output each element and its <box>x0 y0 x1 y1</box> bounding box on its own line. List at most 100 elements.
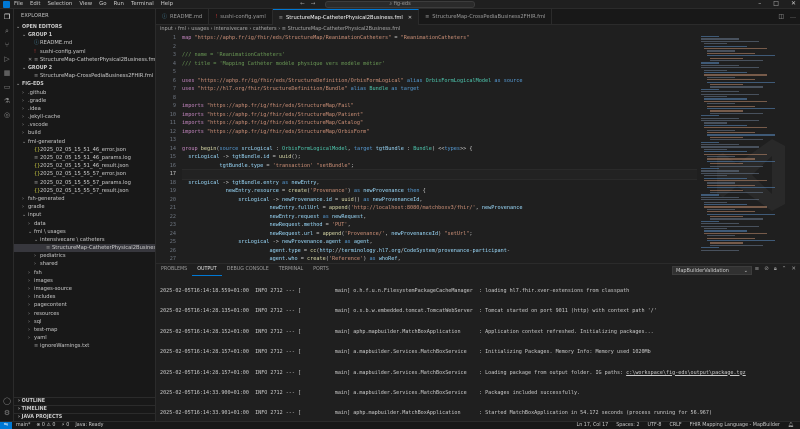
tree-item[interactable]: › resources <box>14 310 155 318</box>
panel-tab-output[interactable]: OUTPUT <box>192 264 222 276</box>
tree-item[interactable]: ⌄ fml \ usages <box>14 228 155 236</box>
group-1-header[interactable]: ⌄ GROUP 1 <box>14 31 155 39</box>
tree-item[interactable]: ⌄ intensivecare \ catheters <box>14 236 155 244</box>
close-icon[interactable]: ✕ <box>408 10 412 26</box>
tree-item[interactable]: {}2025_02_05_15_51_46_result.json <box>14 162 155 170</box>
menu-item-terminal[interactable]: Terminal <box>131 1 154 7</box>
command-center-search[interactable]: ⌕ fig-eds <box>325 1 475 8</box>
open-editor-item[interactable]: ✕ ≡ StructureMap-CatheterPhysical2Business… <box>14 56 155 64</box>
tree-item[interactable]: › shared <box>14 260 155 268</box>
menu-item-go[interactable]: Go <box>99 1 106 7</box>
tree-item[interactable]: › sql <box>14 318 155 326</box>
status-right-item[interactable]: FHIR Mapping Language - MapBuilder <box>690 422 780 429</box>
tree-item[interactable]: ≡ 2025_02_05_15_55_57_params.log <box>14 179 155 187</box>
tree-item[interactable]: › yaml <box>14 334 155 342</box>
status-left-item[interactable]: Java: Ready <box>75 422 103 429</box>
code-content[interactable]: map "https://aphp.fr/ig/fhir/eds/Structu… <box>182 34 697 263</box>
log-path-link[interactable]: c:\workspace\fig-eds\output\package.tgz <box>626 370 746 376</box>
files-icon[interactable]: ❐ <box>3 13 11 21</box>
split-editor-icon[interactable]: ◫ <box>778 13 784 20</box>
tab-3[interactable]: ≡ StructureMap-CrossPediaBusiness2FHIR.fm… <box>419 9 553 25</box>
menu-item-selection[interactable]: Selection <box>47 1 72 7</box>
remote-explorer-icon[interactable]: ▭ <box>3 83 11 91</box>
bell-icon[interactable]: 🔔︎ <box>788 422 794 429</box>
tree-item[interactable]: ≡ 2025_02_05_15_51_46_params.log <box>14 154 155 162</box>
account-icon[interactable]: ◯ <box>3 397 11 405</box>
code-editor[interactable]: 1 2 3 4 5 6 7 8 9 10 11 12 13 14 15 16 17 18 19 20 21 22 23 24 2… <box>156 34 800 263</box>
close-icon[interactable]: ✕ <box>791 0 796 7</box>
tree-item[interactable]: ⌄ fml-generated <box>14 138 155 146</box>
tree-item[interactable]: › .idea <box>14 105 155 113</box>
maximize-panel-icon[interactable]: ⌃ <box>782 266 787 273</box>
arrow-left-icon[interactable]: ← <box>300 1 305 7</box>
tree-item[interactable]: › .gradle <box>14 97 155 105</box>
tree-item[interactable]: › fsh <box>14 269 155 277</box>
status-left-item[interactable]: ⊗ 0 ⚠ 0 <box>36 422 55 429</box>
clear-output-icon[interactable]: ⊘ <box>764 266 769 273</box>
tree-item[interactable]: {}2025_02_05_15_51_46_error.json <box>14 146 155 154</box>
tree-item[interactable]: › images <box>14 277 155 285</box>
open-editors-section[interactable]: ⌄ OPEN EDITORS <box>14 23 155 31</box>
close-panel-icon[interactable]: ✕ <box>791 266 796 273</box>
status-right-item[interactable]: Ln 17, Col 17 <box>577 422 609 429</box>
lock-scroll-icon[interactable]: 🔒︎ <box>774 266 777 273</box>
tree-item[interactable]: {}2025_02_05_15_55_57_result.json <box>14 187 155 195</box>
tab-2[interactable]: ≡ StructureMap-CatheterPhysical2Business.… <box>272 9 420 26</box>
breadcrumb[interactable]: input › fml › usages › intensivecare › c… <box>156 25 800 34</box>
status-left-item[interactable]: ⚡ 0 <box>61 422 69 429</box>
tree-item[interactable]: › data <box>14 220 155 228</box>
output-channel-select[interactable]: MapBuilderValidation ⌄ <box>672 266 752 275</box>
panel-tab-problems[interactable]: PROBLEMS <box>156 264 192 276</box>
output-log[interactable]: 2025-02-05T16:14:18.559+01:00 INFO 2712 … <box>160 281 792 421</box>
tab-1[interactable]: ! sushi-config.yaml <box>209 9 273 25</box>
tree-item[interactable]: › .vscode <box>14 121 155 129</box>
minimize-icon[interactable]: – <box>758 0 761 7</box>
tree-item[interactable]: › fsh-generated <box>14 195 155 203</box>
run-debug-icon[interactable]: ▷ <box>3 55 11 63</box>
extensions-icon[interactable]: ▦ <box>3 69 11 77</box>
group-2-header[interactable]: ⌄ GROUP 2 <box>14 64 155 72</box>
database-icon[interactable]: ◎ <box>3 111 11 119</box>
tree-item[interactable]: ≡ ignoreWarnings.txt <box>14 342 155 350</box>
java-projects-section[interactable]: › JAVA PROJECTS <box>14 413 155 421</box>
tree-item[interactable]: › build <box>14 129 155 137</box>
menu-item-edit[interactable]: Edit <box>30 1 40 7</box>
tree-item[interactable]: › pagecontent <box>14 301 155 309</box>
arrow-right-icon[interactable]: → <box>311 1 316 7</box>
panel-tab-terminal[interactable]: TERMINAL <box>274 264 308 276</box>
panel-tab-debug-console[interactable]: DEBUG CONSOLE <box>222 264 274 276</box>
tree-item[interactable]: › gradle <box>14 203 155 211</box>
menu-item-file[interactable]: File <box>14 1 23 7</box>
status-left-item[interactable]: main* <box>16 422 30 429</box>
remote-indicator-icon[interactable]: ⇋ <box>0 422 12 429</box>
tab-0[interactable]: ⓘ README.md <box>156 9 210 25</box>
more-actions-icon[interactable]: … <box>790 13 796 20</box>
panel-tab-ports[interactable]: PORTS <box>308 264 334 276</box>
menu-item-help[interactable]: Help <box>161 1 173 7</box>
tree-item-selected[interactable]: ≡StructureMap-CatheterPhysical2Business.… <box>14 244 155 253</box>
status-right-item[interactable]: UTF-8 <box>648 422 662 429</box>
tree-item[interactable]: › .github <box>14 89 155 97</box>
status-right-item[interactable]: CRLF <box>669 422 681 429</box>
open-editor-item[interactable]: ≡ StructureMap-CrossPediaBusiness2FHIR.fm… <box>14 72 155 80</box>
testing-icon[interactable]: ⚗ <box>3 97 11 105</box>
open-editor-item[interactable]: ⓘREADME.md <box>14 39 155 47</box>
timeline-section[interactable]: › TIMELINE <box>14 405 155 413</box>
tree-item[interactable]: › images-source <box>14 285 155 293</box>
menu-item-view[interactable]: View <box>79 1 92 7</box>
tree-item[interactable]: ⌄ input <box>14 211 155 219</box>
tree-item[interactable]: › test-map <box>14 326 155 334</box>
maximize-icon[interactable]: □ <box>773 0 779 7</box>
list-filter-icon[interactable]: ≡ <box>755 266 760 273</box>
open-editor-item[interactable]: ! sushi-config.yaml <box>14 48 155 56</box>
search-icon[interactable]: ⌕ <box>3 27 11 35</box>
menu-item-run[interactable]: Run <box>114 1 124 7</box>
tree-item[interactable]: › pediatrics <box>14 252 155 260</box>
status-right-item[interactable]: Spaces: 2 <box>616 422 639 429</box>
gear-icon[interactable]: ⚙ <box>3 409 11 417</box>
minimap[interactable] <box>697 34 800 263</box>
tree-item[interactable]: › includes <box>14 293 155 301</box>
tree-item[interactable]: {}2025_02_05_15_55_57_error.json <box>14 170 155 178</box>
folder-section-fig-eds[interactable]: ⌄ FIG-EDS <box>14 80 155 88</box>
outline-section[interactable]: › OUTLINE <box>14 397 155 405</box>
